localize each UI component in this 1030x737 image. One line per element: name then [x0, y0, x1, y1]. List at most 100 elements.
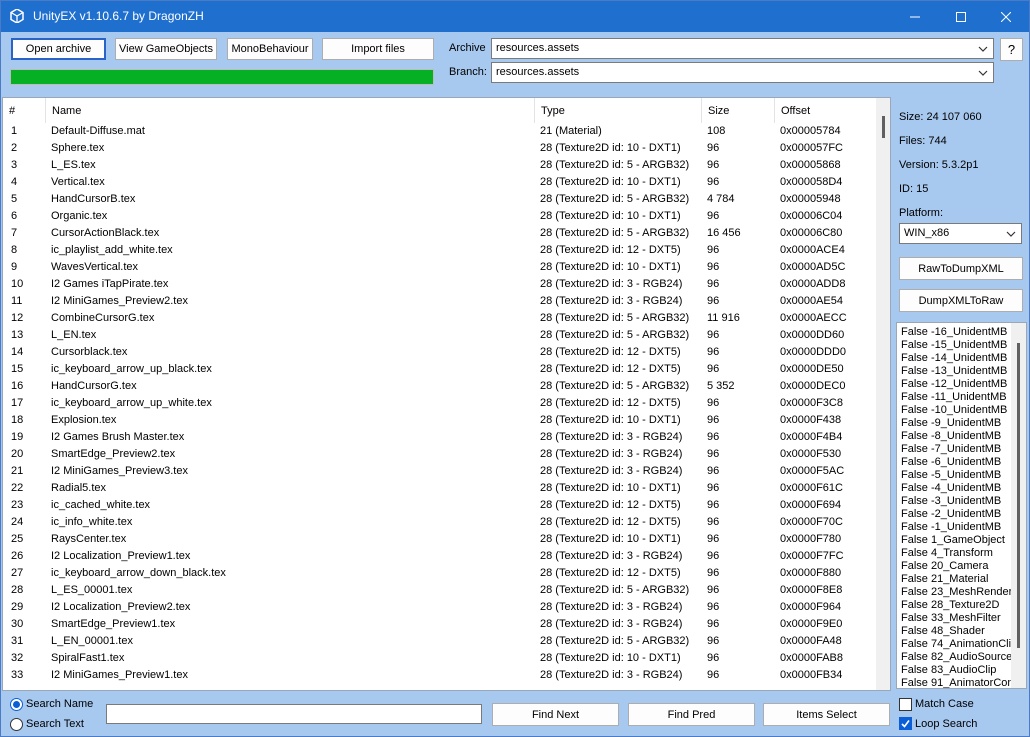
- table-row[interactable]: 22 Radial5.tex 28 (Texture2D id: 10 - DXT1…: [3, 480, 875, 497]
- table-row[interactable]: 8 ic_playlist_add_white.tex 28 (Texture2D …: [3, 242, 875, 259]
- list-item[interactable]: False -16_UnidentMB: [901, 326, 1011, 339]
- table-row[interactable]: 14 Cursorblack.tex 28 (Texture2D id: 12 - …: [3, 344, 875, 361]
- table-row[interactable]: 7 CursorActionBlack.tex 28 (Texture2D id: …: [3, 225, 875, 242]
- dump-xml-to-raw-button[interactable]: DumpXMLToRaw: [899, 289, 1023, 312]
- table-row[interactable]: 2 Sphere.tex 28 (Texture2D id: 10 - DXT1) 9…: [3, 140, 875, 157]
- help-button[interactable]: ?: [1000, 38, 1023, 61]
- scrollbar-thumb[interactable]: [1017, 343, 1020, 648]
- archive-select[interactable]: resources.assets: [491, 38, 994, 59]
- list-item[interactable]: False 74_AnimationClip: [901, 638, 1017, 651]
- table-row[interactable]: 13 L_EN.tex 28 (Texture2D id: 5 - ARGB32) 9…: [3, 327, 875, 344]
- open-archive-button[interactable]: Open archive: [11, 38, 106, 60]
- list-item[interactable]: False -9_UnidentMB: [901, 417, 1011, 430]
- list-item[interactable]: False 33_MeshFilter: [901, 612, 1011, 625]
- import-files-button[interactable]: Import files: [322, 38, 434, 60]
- list-item[interactable]: False 91_AnimatorCon: [901, 677, 1014, 688]
- column-header-index[interactable]: #: [3, 98, 46, 123]
- search-text-radio[interactable]: [10, 718, 23, 731]
- table-row[interactable]: 18 Explosion.tex 28 (Texture2D id: 10 - DX…: [3, 412, 875, 429]
- list-item[interactable]: False -4_UnidentMB: [901, 482, 1011, 495]
- platform-select[interactable]: WIN_x86: [899, 223, 1022, 244]
- list-item[interactable]: False 28_Texture2D: [901, 599, 1011, 612]
- table-row[interactable]: 27 ic_keyboard_arrow_down_black.tex 28 (Te…: [3, 565, 875, 582]
- loop-search-checkbox[interactable]: [899, 717, 912, 730]
- close-button[interactable]: [983, 1, 1029, 32]
- table-row[interactable]: 16 HandCursorG.tex 28 (Texture2D id: 5 - A…: [3, 378, 875, 395]
- loop-search-label[interactable]: Loop Search: [915, 718, 977, 730]
- list-item[interactable]: False 4_Transform: [901, 547, 1011, 560]
- table-row[interactable]: 20 SmartEdge_Preview2.tex 28 (Texture2D id…: [3, 446, 875, 463]
- row-offset: 0x0000AECC: [780, 312, 847, 324]
- list-item[interactable]: False 21_Material: [901, 573, 1011, 586]
- list-item[interactable]: False -15_UnidentMB: [901, 339, 1011, 352]
- table-row[interactable]: 19 I2 Games Brush Master.tex 28 (Texture2D…: [3, 429, 875, 446]
- row-index: 29: [11, 601, 24, 613]
- table-row[interactable]: 32 SpiralFast1.tex 28 (Texture2D id: 10 - …: [3, 650, 875, 667]
- view-gameobjects-button[interactable]: View GameObjects: [115, 38, 217, 60]
- search-name-radio[interactable]: [10, 698, 23, 711]
- table-row[interactable]: 3 L_ES.tex 28 (Texture2D id: 5 - ARGB32) 96…: [3, 157, 875, 174]
- column-header-type[interactable]: Type: [535, 98, 702, 123]
- search-name-label[interactable]: Search Name: [26, 698, 93, 710]
- list-item[interactable]: False -10_UnidentMB: [901, 404, 1011, 417]
- table-row[interactable]: 6 Organic.tex 28 (Texture2D id: 10 - DXT1)…: [3, 208, 875, 225]
- search-input[interactable]: [106, 704, 482, 724]
- table-row[interactable]: 30 SmartEdge_Preview1.tex 28 (Texture2D id…: [3, 616, 875, 633]
- match-case-label[interactable]: Match Case: [915, 698, 974, 710]
- table-row[interactable]: 26 I2 Localization_Preview1.tex 28 (Textur…: [3, 548, 875, 565]
- type-filter-list[interactable]: False -16_UnidentMB False -15_UnidentMB Fa…: [896, 322, 1027, 689]
- scrollbar-thumb[interactable]: [882, 116, 885, 138]
- list-item[interactable]: False -2_UnidentMB: [901, 508, 1011, 521]
- table-row[interactable]: 5 HandCursorB.tex 28 (Texture2D id: 5 - AR…: [3, 191, 875, 208]
- table-row[interactable]: 24 ic_info_white.tex 28 (Texture2D id: 12 …: [3, 514, 875, 531]
- column-header-size[interactable]: Size: [702, 98, 775, 123]
- table-row[interactable]: 23 ic_cached_white.tex 28 (Texture2D id: 1…: [3, 497, 875, 514]
- table-row[interactable]: 4 Vertical.tex 28 (Texture2D id: 10 - DXT1…: [3, 174, 875, 191]
- list-item[interactable]: False 82_AudioSource: [901, 651, 1012, 664]
- find-next-button[interactable]: Find Next: [492, 703, 619, 726]
- list-item[interactable]: False -12_UnidentMB: [901, 378, 1011, 391]
- list-item[interactable]: False -5_UnidentMB: [901, 469, 1011, 482]
- table-row[interactable]: 28 L_ES_00001.tex 28 (Texture2D id: 5 - AR…: [3, 582, 875, 599]
- find-pred-button[interactable]: Find Pred: [628, 703, 755, 726]
- raw-to-dump-xml-button[interactable]: RawToDumpXML: [899, 257, 1023, 280]
- list-item[interactable]: False -14_UnidentMB: [901, 352, 1011, 365]
- list-item[interactable]: False -1_UnidentMB: [901, 521, 1011, 534]
- match-case-checkbox[interactable]: [899, 698, 912, 711]
- column-header-offset[interactable]: Offset: [775, 98, 875, 123]
- table-row[interactable]: 9 WavesVertical.tex 28 (Texture2D id: 10 -…: [3, 259, 875, 276]
- list-item[interactable]: False -13_UnidentMB: [901, 365, 1011, 378]
- table-row[interactable]: 1 Default-Diffuse.mat 21 (Material) 108 0x00…: [3, 123, 875, 140]
- table-row[interactable]: 15 ic_keyboard_arrow_up_black.tex 28 (Text…: [3, 361, 875, 378]
- table-row[interactable]: 29 I2 Localization_Preview2.tex 28 (Textur…: [3, 599, 875, 616]
- list-item[interactable]: False -3_UnidentMB: [901, 495, 1011, 508]
- list-item[interactable]: False -6_UnidentMB: [901, 456, 1011, 469]
- row-type: 28 (Texture2D id: 10 - DXT1): [540, 414, 681, 426]
- list-item[interactable]: False 20_Camera: [901, 560, 1011, 573]
- table-row[interactable]: 17 ic_keyboard_arrow_up_white.tex 28 (Text…: [3, 395, 875, 412]
- table-row[interactable]: 33 I2 MiniGames_Preview1.tex 28 (Texture2D…: [3, 667, 875, 684]
- table-row[interactable]: 21 I2 MiniGames_Preview3.tex 28 (Texture2D…: [3, 463, 875, 480]
- list-item[interactable]: False 23_MeshRender: [901, 586, 1012, 599]
- list-item[interactable]: False 48_Shader: [901, 625, 1011, 638]
- table-row[interactable]: 25 RaysCenter.tex 28 (Texture2D id: 10 - D…: [3, 531, 875, 548]
- items-select-button[interactable]: Items Select: [763, 703, 890, 726]
- column-header-name[interactable]: Name: [46, 98, 535, 123]
- monobehaviour-button[interactable]: MonoBehaviour: [227, 38, 313, 60]
- list-item[interactable]: False -7_UnidentMB: [901, 443, 1011, 456]
- list-item[interactable]: False 1_GameObject: [901, 534, 1011, 547]
- minimize-button[interactable]: [892, 1, 938, 32]
- list-item[interactable]: False -8_UnidentMB: [901, 430, 1011, 443]
- list-scrollbar[interactable]: [1011, 323, 1026, 688]
- list-item[interactable]: False -11_UnidentMB: [901, 391, 1011, 404]
- table-scrollbar[interactable]: [876, 98, 890, 690]
- asset-table[interactable]: # Name Type Size Offset 1 Default-Diffuse…: [2, 97, 891, 691]
- table-row[interactable]: 12 CombineCursorG.tex 28 (Texture2D id: 5 …: [3, 310, 875, 327]
- branch-select[interactable]: resources.assets: [491, 62, 994, 83]
- table-row[interactable]: 11 I2 MiniGames_Preview2.tex 28 (Texture2D…: [3, 293, 875, 310]
- maximize-button[interactable]: [938, 1, 984, 32]
- list-item[interactable]: False 83_AudioClip: [901, 664, 1011, 677]
- table-row[interactable]: 10 I2 Games iTapPirate.tex 28 (Texture2D i…: [3, 276, 875, 293]
- table-row[interactable]: 31 L_EN_00001.tex 28 (Texture2D id: 5 - AR…: [3, 633, 875, 650]
- search-text-label[interactable]: Search Text: [26, 718, 84, 730]
